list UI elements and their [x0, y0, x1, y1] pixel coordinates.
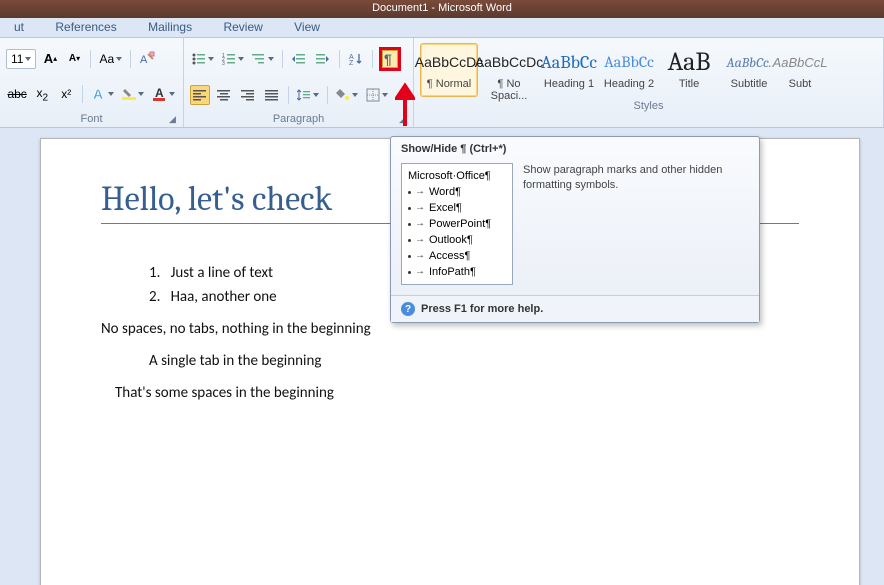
svg-text:Z: Z: [349, 60, 354, 66]
text-effects-button[interactable]: A: [89, 84, 116, 104]
change-case-button[interactable]: Aa: [97, 49, 124, 69]
tab-references[interactable]: References: [41, 18, 130, 36]
tab-view[interactable]: View: [280, 18, 334, 36]
show-hide-tooltip: Show/Hide ¶ (Ctrl+*) Microsoft·Office¶ →…: [390, 136, 760, 323]
ribbon-tabs: ut References Mailings Review View: [0, 18, 884, 38]
strikethrough-button[interactable]: abc: [6, 84, 28, 104]
style-no-spacing[interactable]: AaBbCcDc ¶ No Spaci...: [480, 43, 538, 97]
tooltip-example-box: Microsoft·Office¶ →Word¶ →Excel¶ →PowerP…: [401, 163, 513, 285]
tooltip-description: Show paragraph marks and other hidden fo…: [523, 163, 749, 285]
group-paragraph: 123 AZ ¶: [184, 38, 414, 127]
justify-button[interactable]: [262, 85, 282, 105]
tab-mailings[interactable]: Mailings: [134, 18, 206, 36]
ribbon: 11 A▴ A▾ Aa A abc x2 x² A: [0, 38, 884, 128]
style-title[interactable]: AaB Title: [660, 43, 718, 97]
svg-text:3: 3: [222, 61, 225, 66]
show-hide-paragraph-button[interactable]: ¶: [379, 47, 401, 71]
borders-button[interactable]: [364, 85, 390, 105]
style-normal[interactable]: AaBbCcDc ¶ Normal: [420, 43, 478, 97]
group-font: 11 A▴ A▾ Aa A abc x2 x² A: [0, 38, 184, 127]
decrease-indent-button[interactable]: [289, 49, 309, 69]
style-subtitle[interactable]: AaBbCc. Subtitle: [720, 43, 778, 97]
bullets-button[interactable]: [190, 49, 216, 69]
style-heading-2[interactable]: AaBbCc Heading 2: [600, 43, 658, 97]
group-font-label: Font: [6, 112, 177, 126]
svg-text:¶: ¶: [384, 51, 392, 67]
svg-text:A: A: [140, 54, 148, 66]
style-subtle-emphasis[interactable]: AaBbCcL Subt: [780, 43, 820, 97]
font-color-button[interactable]: A: [150, 84, 177, 104]
group-styles-label: Styles: [420, 99, 877, 113]
numbering-button[interactable]: 123: [220, 49, 246, 69]
font-dialog-launcher[interactable]: ◢: [169, 114, 181, 126]
tab-layout[interactable]: ut: [0, 18, 38, 36]
callout-arrow-icon: [395, 80, 415, 128]
document-paragraph-3: That's some spaces in the beginning: [101, 384, 799, 402]
tooltip-title: Show/Hide ¶ (Ctrl+*): [391, 137, 759, 159]
group-paragraph-label: Paragraph: [190, 112, 407, 126]
style-heading-1[interactable]: AaBbCc Heading 1: [540, 43, 598, 97]
line-spacing-button[interactable]: [295, 85, 321, 105]
title-bar: Document1 - Microsoft Word: [0, 0, 884, 18]
help-icon: ?: [401, 302, 415, 316]
shading-button[interactable]: [334, 85, 360, 105]
font-size-combo[interactable]: 11: [6, 49, 36, 69]
shrink-font-button[interactable]: A▾: [64, 49, 84, 69]
multilevel-list-button[interactable]: [250, 49, 276, 69]
highlight-button[interactable]: [120, 84, 147, 104]
document-paragraph-2: A single tab in the beginning: [101, 352, 799, 370]
window-title: Document1 - Microsoft Word: [372, 2, 512, 14]
align-right-button[interactable]: [238, 85, 258, 105]
superscript-button[interactable]: x²: [56, 84, 76, 104]
clear-formatting-button[interactable]: A: [137, 49, 157, 69]
align-center-button[interactable]: [214, 85, 234, 105]
tooltip-footer: ? Press F1 for more help.: [391, 295, 759, 322]
font-size-value: 11: [11, 52, 23, 66]
svg-text:A: A: [93, 86, 103, 102]
tab-review[interactable]: Review: [209, 18, 276, 36]
sort-button[interactable]: AZ: [346, 49, 366, 69]
group-styles: AaBbCcDc ¶ Normal AaBbCcDc ¶ No Spaci...…: [414, 38, 884, 127]
subscript-button[interactable]: x2: [32, 84, 52, 104]
align-left-button[interactable]: [190, 85, 210, 105]
grow-font-button[interactable]: A▴: [40, 49, 60, 69]
increase-indent-button[interactable]: [313, 49, 333, 69]
